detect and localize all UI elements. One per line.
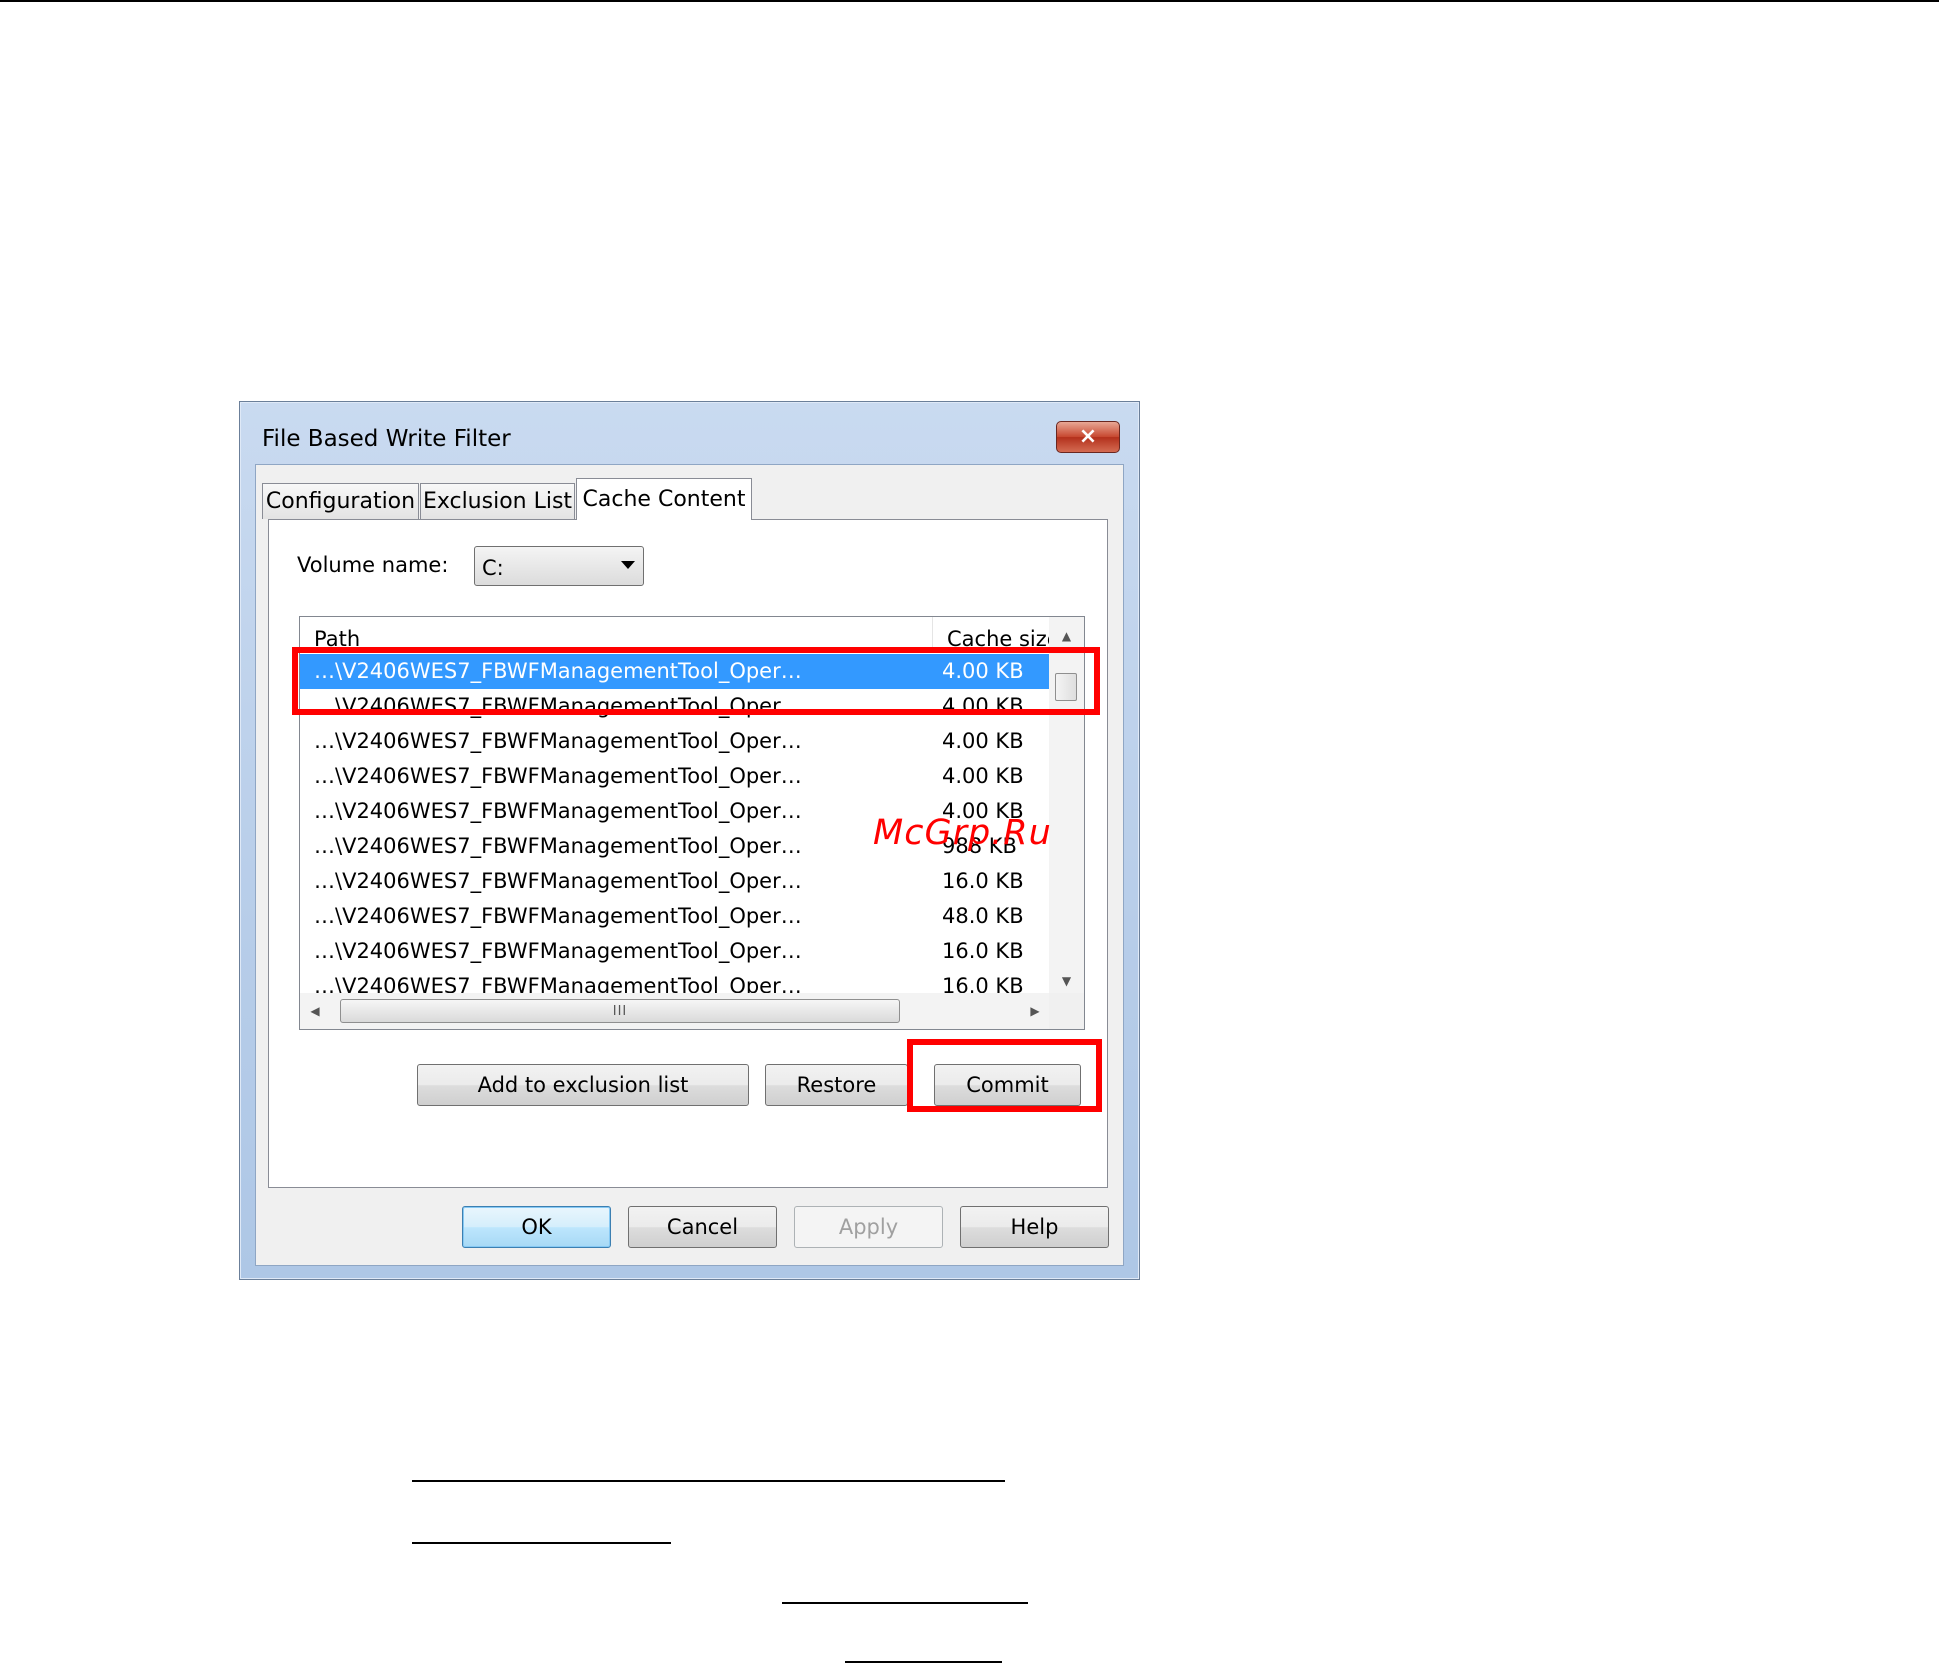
- button-label: Apply: [838, 1215, 899, 1239]
- row-path: …\V2406WES7_FBWFManagementTool_Oper…: [314, 729, 802, 753]
- volume-name-label: Volume name:: [297, 553, 449, 577]
- top-rule: [0, 0, 1939, 2]
- list-item[interactable]: …\V2406WES7_FBWFManagementTool_Oper… 4.0…: [300, 724, 1049, 759]
- close-icon: ×: [1078, 424, 1098, 449]
- row-cache-size: 4.00 KB: [942, 729, 1024, 753]
- row-cache-size: 16.0 KB: [942, 869, 1024, 893]
- button-label: Commit: [966, 1073, 1049, 1097]
- chevron-down-icon: [621, 561, 635, 569]
- scroll-right-icon[interactable]: ▶: [1020, 993, 1050, 1029]
- underline-3: [782, 1602, 1028, 1604]
- close-button[interactable]: ×: [1056, 421, 1120, 453]
- row-path: …\V2406WES7_FBWFManagementTool_Oper…: [314, 904, 802, 928]
- add-to-exclusion-list-button[interactable]: Add to exclusion list: [417, 1064, 749, 1106]
- list-item[interactable]: …\V2406WES7_FBWFManagementTool_Oper… 16.…: [300, 864, 1049, 899]
- row-cache-size: 16.0 KB: [942, 939, 1024, 963]
- scroll-down-icon[interactable]: ▼: [1049, 968, 1084, 994]
- row-path: …\V2406WES7_FBWFManagementTool_Oper…: [314, 659, 802, 683]
- button-label: Help: [1010, 1215, 1059, 1239]
- cache-content-panel: Volume name: C: Path Cache size …\V2406W…: [268, 519, 1108, 1188]
- column-header-cache-size[interactable]: Cache size: [933, 617, 1060, 653]
- list-item[interactable]: …\V2406WES7_FBWFManagementTool_Oper… 48.…: [300, 899, 1049, 934]
- button-label: OK: [521, 1215, 552, 1239]
- title-bar[interactable]: File Based Write Filter ×: [240, 402, 1139, 464]
- list-item[interactable]: …\V2406WES7_FBWFManagementTool_Oper… 16.…: [300, 969, 1049, 994]
- list-item-selected[interactable]: …\V2406WES7_FBWFManagementTool_Oper… 4.0…: [300, 654, 1049, 689]
- column-header-label: Cache size: [947, 627, 1060, 651]
- tab-configuration[interactable]: Configuration: [262, 483, 419, 519]
- scrollbar-corner: [1049, 993, 1084, 1029]
- row-cache-size: 48.0 KB: [942, 904, 1024, 928]
- volume-name-select[interactable]: C:: [474, 546, 644, 586]
- tab-label: Cache Content: [582, 487, 746, 512]
- row-path: …\V2406WES7_FBWFManagementTool_Oper…: [314, 834, 802, 858]
- button-label: Restore: [796, 1073, 877, 1097]
- row-path: …\V2406WES7_FBWFManagementTool_Oper…: [314, 939, 802, 963]
- row-cache-size: 4.00 KB: [942, 659, 1024, 683]
- button-label: Add to exclusion list: [477, 1073, 689, 1097]
- row-path: …\V2406WES7_FBWFManagementTool_Oper…: [314, 799, 802, 823]
- scroll-left-icon[interactable]: ◀: [300, 993, 330, 1029]
- vertical-scrollbar[interactable]: ▲ ▼: [1049, 617, 1084, 994]
- tab-cache-content[interactable]: Cache Content: [576, 478, 752, 520]
- row-path: …\V2406WES7_FBWFManagementTool_Oper…: [314, 694, 802, 718]
- ok-button[interactable]: OK: [462, 1206, 611, 1248]
- watermark: McGrp.Ru: [873, 813, 1052, 853]
- tab-label: Exclusion List: [422, 489, 573, 514]
- commit-button[interactable]: Commit: [934, 1064, 1081, 1106]
- column-header-label: Path: [314, 627, 361, 651]
- dialog-title: File Based Write Filter: [262, 426, 511, 452]
- grip-icon: III: [612, 1003, 628, 1019]
- restore-button[interactable]: Restore: [765, 1064, 908, 1106]
- row-path: …\V2406WES7_FBWFManagementTool_Oper…: [314, 764, 802, 788]
- vertical-scroll-thumb[interactable]: [1055, 673, 1077, 701]
- row-cache-size: 4.00 KB: [942, 694, 1024, 718]
- column-header-path[interactable]: Path: [300, 617, 933, 653]
- row-path: …\V2406WES7_FBWFManagementTool_Oper…: [314, 974, 802, 994]
- underline-4: [845, 1661, 1002, 1663]
- help-button[interactable]: Help: [960, 1206, 1109, 1248]
- row-path: …\V2406WES7_FBWFManagementTool_Oper…: [314, 869, 802, 893]
- tab-label: Configuration: [265, 489, 416, 514]
- row-cache-size: 4.00 KB: [942, 764, 1024, 788]
- volume-value: C:: [482, 556, 504, 580]
- list-item[interactable]: …\V2406WES7_FBWFManagementTool_Oper… 4.0…: [300, 759, 1049, 794]
- button-label: Cancel: [666, 1215, 739, 1239]
- list-item[interactable]: …\V2406WES7_FBWFManagementTool_Oper… 4.0…: [300, 689, 1049, 724]
- cancel-button[interactable]: Cancel: [628, 1206, 777, 1248]
- apply-button[interactable]: Apply: [794, 1206, 943, 1248]
- tab-exclusion-list[interactable]: Exclusion List: [420, 483, 575, 519]
- horizontal-scrollbar[interactable]: ◀ III ▶: [300, 993, 1050, 1029]
- underline-1: [412, 1480, 1005, 1482]
- row-cache-size: 16.0 KB: [942, 974, 1024, 994]
- scroll-up-icon[interactable]: ▲: [1049, 623, 1084, 649]
- horizontal-scroll-thumb[interactable]: III: [340, 999, 900, 1023]
- list-item[interactable]: …\V2406WES7_FBWFManagementTool_Oper… 16.…: [300, 934, 1049, 969]
- underline-2: [412, 1542, 671, 1544]
- dialog-client-area: Configuration Exclusion List Cache Conte…: [255, 464, 1124, 1266]
